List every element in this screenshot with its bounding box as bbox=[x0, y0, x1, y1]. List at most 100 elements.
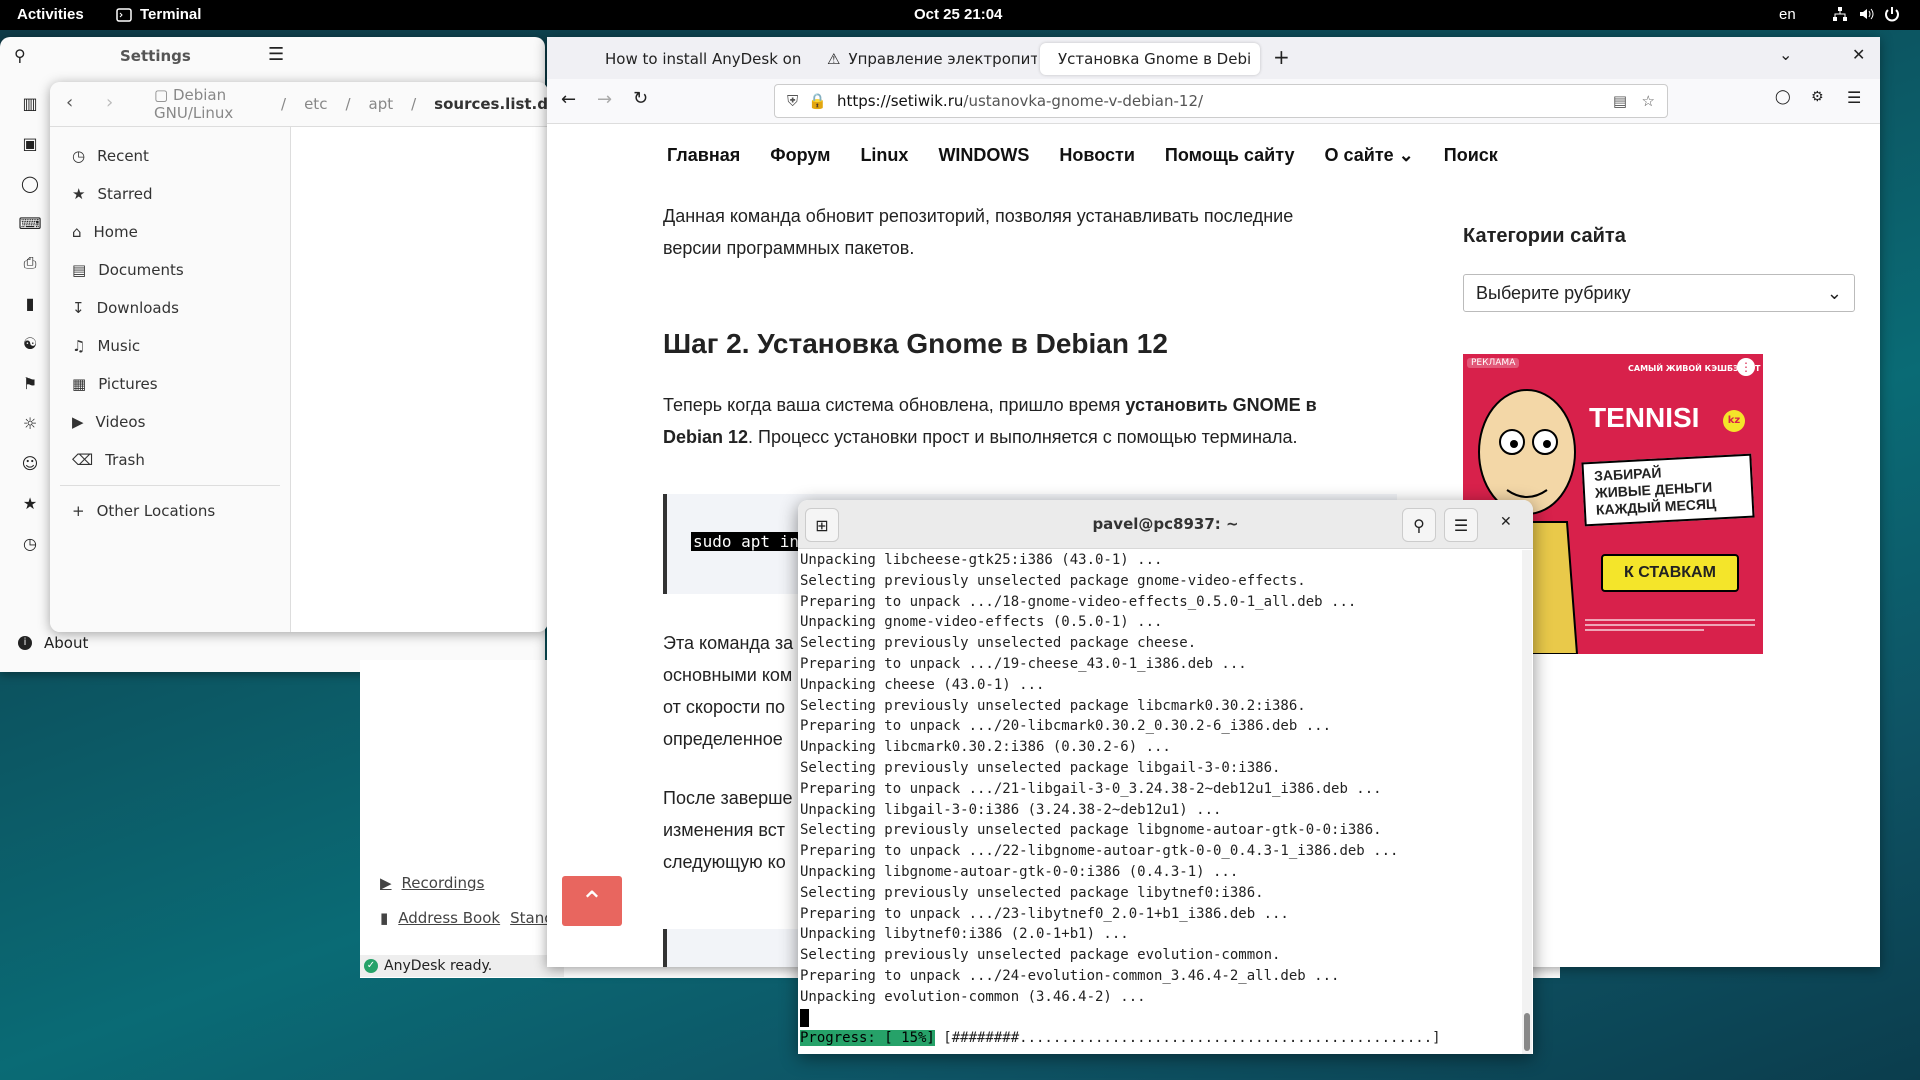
usb-category-icon[interactable]: ▮ bbox=[10, 283, 50, 323]
site-nav-item[interactable]: Форум bbox=[770, 145, 830, 166]
scrollbar-thumb[interactable] bbox=[1524, 1013, 1530, 1051]
sidebar-item-label: Music bbox=[97, 337, 141, 355]
close-icon[interactable]: ✕ bbox=[1500, 514, 1512, 530]
sidebar-item-trash[interactable]: ⌫ Trash bbox=[50, 441, 290, 479]
accessibility-category-icon[interactable]: ☼ bbox=[10, 403, 50, 443]
search-button[interactable]: ⚲ bbox=[1402, 508, 1436, 542]
breadcrumb-etc[interactable]: etc bbox=[304, 95, 327, 113]
reload-icon[interactable]: ↻ bbox=[633, 88, 648, 109]
terminal-lines: Unpacking libcheese-gtk25:i386 (43.0-1) … bbox=[800, 550, 1515, 1008]
breadcrumb-root[interactable]: ▢ Debian GNU/Linux bbox=[154, 86, 263, 122]
site-nav-item[interactable]: Главная bbox=[667, 145, 740, 166]
url-bar[interactable]: ⛨ 🔒 https://setiwik.ru/ustanovka-gnome-v… bbox=[774, 84, 1668, 118]
document-icon: ▤ bbox=[72, 261, 87, 279]
back-icon[interactable]: ← bbox=[561, 89, 576, 110]
sidebar-item-home[interactable]: ⌂ Home bbox=[50, 213, 290, 251]
hamburger-menu-icon: ☰ bbox=[1453, 515, 1469, 535]
bookmark-star-icon[interactable]: ☆ bbox=[1642, 92, 1655, 110]
site-favicon-icon: ⚠ bbox=[827, 50, 841, 68]
keyboard-category-icon[interactable]: ⌨ bbox=[10, 203, 50, 243]
tab-strip: How to install AnyDesk on ✕ ⚠ Управление… bbox=[547, 37, 1880, 79]
forward-arrow-icon[interactable]: › bbox=[106, 92, 113, 113]
region-category-icon[interactable]: ⚑ bbox=[10, 363, 50, 403]
close-window-icon[interactable]: ✕ bbox=[1852, 45, 1865, 64]
pocket-icon[interactable]: ◯ bbox=[1775, 89, 1791, 105]
ad-cta-button[interactable]: К СТАВКАМ bbox=[1601, 554, 1739, 592]
reader-view-icon[interactable]: ▤ bbox=[1613, 92, 1627, 110]
default-apps-category-icon[interactable]: ★ bbox=[10, 483, 50, 523]
system-tray[interactable] bbox=[1832, 6, 1900, 22]
new-tab-icon[interactable]: + bbox=[1273, 45, 1290, 69]
terminal-line: Unpacking evolution-common (3.46.4-2) ..… bbox=[800, 988, 1146, 1005]
hamburger-menu-icon[interactable]: ☰ bbox=[268, 44, 284, 65]
breadcrumb-current[interactable]: sources.list.d bbox=[434, 95, 548, 113]
activities-button[interactable]: Activities bbox=[17, 6, 84, 23]
text-line: Эта команда за bbox=[663, 633, 794, 653]
breadcrumb-separator: / bbox=[345, 95, 351, 113]
files-window: ‹ › ▢ Debian GNU/Linux / etc / apt / sou… bbox=[50, 82, 548, 632]
sidebar-item-label: Trash bbox=[105, 451, 145, 469]
tab-gnome-debian[interactable]: Установка Gnome в Debi ✕ bbox=[1040, 43, 1260, 75]
tab-power-management[interactable]: ⚠ Управление электропит ✕ bbox=[817, 43, 1037, 75]
code-text[interactable]: sudo apt in bbox=[691, 532, 801, 551]
url-path: /ustanovka-gnome-v-debian-12/ bbox=[963, 92, 1204, 110]
back-arrow-icon[interactable]: ‹ bbox=[66, 92, 73, 113]
scroll-to-top-button[interactable]: ⌃ bbox=[562, 876, 622, 926]
category-select-value: Выберите рубрику bbox=[1476, 282, 1631, 303]
forward-icon[interactable]: → bbox=[597, 89, 612, 110]
sidebar-item-other-locations[interactable]: + Other Locations bbox=[50, 492, 290, 530]
info-icon: i bbox=[18, 636, 32, 650]
clock[interactable]: Oct 25 21:04 bbox=[914, 6, 1002, 23]
lock-icon: 🔒 bbox=[808, 92, 827, 110]
sidebar-item-starred[interactable]: ★ Starred bbox=[50, 175, 290, 213]
site-nav-label: О сайте bbox=[1324, 145, 1394, 165]
sidebar-item-recent[interactable]: ◷ Recent bbox=[50, 137, 290, 175]
breadcrumb-separator: / bbox=[411, 95, 417, 113]
text-line: от скорости по bbox=[663, 697, 786, 717]
site-nav-item[interactable]: Новости bbox=[1059, 145, 1134, 166]
sidebar-item-documents[interactable]: ▤ Documents bbox=[50, 251, 290, 289]
site-nav-item[interactable]: Поиск bbox=[1444, 145, 1498, 166]
app-menu[interactable]: Terminal bbox=[116, 6, 201, 23]
users-category-icon[interactable]: ☺ bbox=[10, 443, 50, 483]
video-icon: ▶ bbox=[72, 413, 84, 431]
category-select[interactable]: Выберите рубрику ⌄ bbox=[1463, 274, 1855, 312]
terminal-line: Selecting previously unselected package … bbox=[800, 572, 1306, 589]
article-paragraph: После заверше изменения вст следующую ко bbox=[663, 782, 793, 878]
app-menu-icon[interactable]: ☰ bbox=[1847, 88, 1861, 107]
apps-category-icon[interactable]: ☯ bbox=[10, 323, 50, 363]
datetime-category-icon[interactable]: ◷ bbox=[10, 523, 50, 563]
terminal-output[interactable]: Unpacking libcheese-gtk25:i386 (43.0-1) … bbox=[800, 550, 1515, 1054]
text-span: . Процесс установки прост и выполняется … bbox=[748, 427, 1298, 447]
sidebar-item-music[interactable]: ♫ Music bbox=[50, 327, 290, 365]
sidebar-item-pictures[interactable]: ▦ Pictures bbox=[50, 365, 290, 403]
tab-anydesk[interactable]: How to install AnyDesk on ✕ bbox=[587, 43, 807, 75]
display-category-icon[interactable]: ▣ bbox=[10, 123, 50, 163]
terminal-line: Preparing to unpack .../20-libcmark0.30.… bbox=[800, 718, 1332, 735]
printer-category-icon[interactable]: ⎙ bbox=[10, 243, 50, 283]
sidebar-item-videos[interactable]: ▶ Videos bbox=[50, 403, 290, 441]
extensions-icon[interactable]: ⚙ bbox=[1811, 89, 1824, 105]
site-nav-item[interactable]: WINDOWS bbox=[938, 145, 1029, 166]
terminal-line: Preparing to unpack .../19-cheese_43.0-1… bbox=[800, 655, 1247, 672]
site-nav-item-about[interactable]: О сайте ⌄ bbox=[1325, 145, 1414, 166]
settings-about-item[interactable]: i About bbox=[18, 634, 88, 652]
site-nav-item[interactable]: Linux bbox=[860, 145, 908, 166]
network-category-icon[interactable]: ▥ bbox=[10, 83, 50, 123]
ad-fine-print bbox=[1585, 616, 1755, 640]
site-nav-item[interactable]: Помощь сайту bbox=[1165, 145, 1295, 166]
sidebar-item-downloads[interactable]: ↧ Downloads bbox=[50, 289, 290, 327]
sidebar-item-label: Recent bbox=[97, 147, 149, 165]
breadcrumb-apt[interactable]: apt bbox=[369, 95, 394, 113]
keyboard-layout[interactable]: en bbox=[1779, 6, 1796, 23]
progress-label: Progress: [ 15%] bbox=[800, 1030, 935, 1047]
anydesk-address-book-link[interactable]: ▮ Address Book Stanc bbox=[380, 909, 552, 927]
mouse-category-icon[interactable]: ◯ bbox=[10, 163, 50, 203]
power-icon bbox=[1885, 7, 1899, 22]
search-icon[interactable]: ⚲ bbox=[14, 46, 26, 65]
close-tab-icon[interactable]: ✕ bbox=[1259, 50, 1260, 68]
tab-list-icon[interactable]: ⌄ bbox=[1779, 45, 1792, 64]
scrollbar[interactable] bbox=[1522, 550, 1532, 1054]
anydesk-recordings-link[interactable]: ▶ Recordings bbox=[380, 874, 484, 892]
menu-button[interactable]: ☰ bbox=[1444, 508, 1478, 542]
